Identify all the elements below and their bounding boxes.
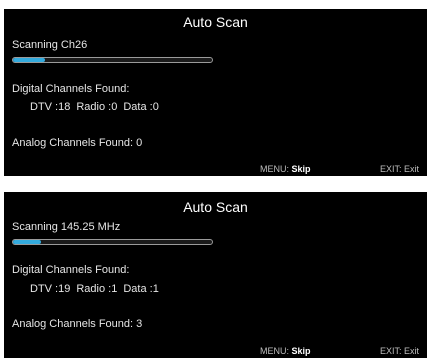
data-count: Data :0 (123, 101, 159, 113)
digital-channels-label: Digital Channels Found: (12, 264, 130, 276)
dtv-count: DTV :18 (30, 101, 71, 113)
digital-channel-counts: DTV :18 Radio :0 Data :0 (30, 101, 165, 113)
scan-status: Scanning Ch26 (12, 39, 88, 51)
screen-title: Auto Scan (183, 199, 248, 215)
scan-progress-fill (13, 58, 45, 62)
exit-action-label: Exit (404, 164, 420, 174)
exit-key-label: EXIT: (380, 164, 402, 174)
auto-scan-screen-1: Auto Scan Scanning Ch26 Digital Channels… (4, 9, 427, 176)
exit-hint[interactable]: EXIT: Exit (380, 164, 419, 174)
menu-skip-hint[interactable]: MENU: Skip (260, 346, 311, 356)
analog-channels-label: Analog Channels Found: 0 (12, 137, 143, 149)
digital-channel-counts: DTV :19 Radio :1 Data :1 (30, 283, 165, 295)
auto-scan-screen-2: Auto Scan Scanning 145.25 MHz Digital Ch… (4, 192, 427, 358)
exit-action-label: Exit (404, 346, 420, 356)
skip-action-label: Skip (291, 164, 311, 174)
exit-key-label: EXIT: (380, 346, 402, 356)
skip-action-label: Skip (291, 346, 311, 356)
digital-channels-label: Digital Channels Found: (12, 83, 130, 95)
dtv-count: DTV :19 (30, 283, 71, 295)
scan-status: Scanning 145.25 MHz (12, 221, 121, 233)
exit-hint[interactable]: EXIT: Exit (380, 346, 419, 356)
scan-progress-fill (13, 240, 41, 244)
radio-count: Radio :0 (76, 101, 118, 113)
menu-skip-hint[interactable]: MENU: Skip (260, 164, 311, 174)
data-count: Data :1 (123, 283, 159, 295)
screen-title: Auto Scan (183, 14, 248, 30)
scan-progress-bar (12, 239, 213, 245)
menu-key-label: MENU: (260, 164, 289, 174)
analog-channels-label: Analog Channels Found: 3 (12, 318, 143, 330)
radio-count: Radio :1 (76, 283, 118, 295)
menu-key-label: MENU: (260, 346, 289, 356)
scan-progress-bar (12, 57, 213, 63)
